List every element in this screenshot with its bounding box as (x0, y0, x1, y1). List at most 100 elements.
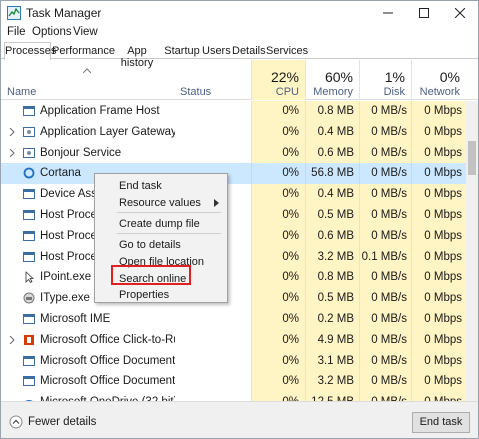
ctx-go-to-details[interactable]: Go to details (119, 239, 181, 251)
tab-performance[interactable]: Performance (51, 42, 115, 59)
tab-processes[interactable]: Processes (4, 42, 56, 60)
process-cpu: 0% (282, 105, 299, 117)
chevron-up-circle-icon[interactable] (9, 415, 23, 429)
window-icon (23, 251, 35, 262)
tab-services[interactable]: Services (265, 42, 308, 59)
ctx-create-dump-file[interactable]: Create dump file (119, 218, 200, 230)
process-cpu: 0% (282, 167, 299, 180)
column-memory[interactable]: 60% Memory (305, 60, 359, 100)
process-network: 0 Mbps (424, 125, 462, 138)
footer-bar: Fewer details End task (1, 401, 478, 438)
process-name: Microsoft Office Document Cac... (40, 354, 175, 367)
process-disk: 0 MB/s (371, 105, 407, 117)
process-row[interactable]: IPoint.exe 0% 0.8 MB 0 MB/s 0 Mbps (1, 267, 466, 289)
process-row[interactable]: Microsoft Office Document Cac... 0% 3.1 MB… (1, 350, 466, 372)
process-network: 0 Mbps (424, 271, 462, 284)
process-disk: 0 MB/s (371, 209, 407, 221)
close-icon (455, 8, 465, 18)
column-cpu[interactable]: 22% CPU (251, 60, 305, 100)
memory-label: Memory (313, 86, 353, 98)
process-name: Application Layer Gateway Servi... (40, 125, 175, 138)
process-memory: 3.2 MB (317, 250, 354, 263)
submenu-arrow-icon (214, 199, 219, 207)
process-cpu: 0% (282, 146, 299, 159)
minimize-icon (383, 12, 393, 14)
column-network[interactable]: 0% Network (411, 60, 466, 100)
end-task-button[interactable]: End task (412, 412, 470, 433)
fewer-details-link[interactable]: Fewer details (28, 416, 96, 428)
column-disk[interactable]: 1% Disk (359, 60, 411, 100)
memory-total: 60% (324, 69, 353, 85)
cpu-total: 22% (270, 69, 299, 85)
maximize-button[interactable] (406, 1, 442, 25)
process-network: 0 Mbps (424, 167, 462, 180)
process-cpu: 0% (282, 271, 299, 284)
process-row[interactable]: Device Associ... 0% 0.4 MB 0 MB/s 0 Mbps (1, 184, 466, 205)
process-list: Application Frame Host 0% 0.8 MB 0 MB/s 0 Mb… (1, 101, 466, 401)
keyboard-icon (23, 292, 35, 304)
vertical-scrollbar[interactable] (466, 101, 478, 401)
process-network: 0 Mbps (424, 188, 462, 201)
process-memory: 0.8 MB (317, 271, 354, 284)
process-row[interactable]: Application Layer Gateway Servi... 0% 0.4 … (1, 121, 466, 143)
column-status[interactable]: Status (180, 86, 211, 98)
gear-window-icon (23, 126, 35, 137)
process-disk: 0 MB/s (371, 354, 407, 367)
process-cpu: 0% (282, 229, 299, 242)
expand-chevron-icon[interactable] (9, 148, 15, 157)
process-row[interactable]: Application Frame Host 0% 0.8 MB 0 MB/s 0 Mb… (1, 101, 466, 122)
process-disk: 0 MB/s (371, 333, 407, 346)
process-memory: 56.8 MB (311, 167, 354, 180)
tab-users[interactable]: Users (201, 42, 231, 59)
sort-caret-icon[interactable] (83, 68, 91, 73)
window-icon (23, 314, 35, 324)
process-row[interactable]: Microsoft IME 0% 0.2 MB 0 MB/s 0 Mbps (1, 309, 466, 330)
process-disk: 0 MB/s (371, 292, 407, 305)
tab-app-history[interactable]: App history (111, 42, 163, 69)
process-row[interactable]: IType.exe 0% 0.5 MB 0 MB/s 0 Mbps (1, 288, 466, 309)
process-memory: 4.9 MB (317, 333, 354, 346)
process-cpu: 0% (282, 313, 299, 325)
ctx-end-task[interactable]: End task (119, 180, 162, 192)
menu-bar: File Options View (1, 25, 478, 41)
window-icon (23, 189, 35, 200)
disk-label: Disk (383, 86, 405, 98)
process-row[interactable]: Host Process 0% 3.2 MB 0.1 MB/s 0 Mbps (1, 246, 466, 268)
ctx-properties[interactable]: Properties (119, 289, 169, 301)
menu-view[interactable]: View (73, 26, 98, 38)
minimize-button[interactable] (370, 1, 406, 25)
scrollbar-thumb[interactable] (468, 141, 476, 175)
process-name: Application Frame Host (40, 105, 160, 117)
process-network: 0 Mbps (424, 354, 462, 367)
process-network: 0 Mbps (424, 333, 462, 346)
menu-options[interactable]: Options (32, 26, 72, 38)
pointer-icon (25, 271, 35, 284)
process-memory: 0.6 MB (317, 146, 354, 159)
column-name[interactable]: Name (7, 86, 36, 98)
process-row[interactable]: Microsoft OneDrive (32 bit)0%12.5 MB0 MB… (1, 392, 466, 401)
process-row[interactable]: Host Process 0% 0.6 MB 0 MB/s 0 Mbps (1, 225, 466, 247)
process-row[interactable]: Cortana 0% 56.8 MB 0 MB/s 0 Mbps (1, 163, 466, 185)
process-row[interactable]: Bonjour Service 0% 0.6 MB 0 MB/s 0 Mbps (1, 142, 466, 164)
process-row[interactable]: Microsoft Office Click-to-Run 0% 4.9 MB 0 M… (1, 329, 466, 351)
expand-chevron-icon[interactable] (9, 335, 15, 344)
expand-chevron-icon[interactable] (9, 127, 15, 136)
process-cpu: 0% (282, 250, 299, 263)
process-network: 0 Mbps (424, 105, 462, 117)
process-row[interactable]: Microsoft Office Document Cac... 0% 3.2 MB… (1, 371, 466, 393)
process-row[interactable]: Host Process 0% 0.5 MB 0 MB/s 0 Mbps (1, 205, 466, 226)
tab-startup[interactable]: Startup (163, 42, 201, 59)
ctx-resource-values[interactable]: Resource values (119, 197, 223, 209)
maximize-icon (419, 8, 429, 18)
office-icon (24, 334, 34, 345)
tab-details[interactable]: Details (231, 42, 266, 59)
window-icon (23, 210, 35, 220)
process-network: 0 Mbps (424, 146, 462, 159)
process-cpu: 0% (282, 188, 299, 201)
process-disk: 0 MB/s (371, 229, 407, 242)
window-icon (23, 106, 35, 116)
process-memory: 3.1 MB (317, 354, 354, 367)
tab-bar: Processes Performance App history Startu… (1, 41, 478, 69)
close-button[interactable] (442, 1, 478, 25)
menu-file[interactable]: File (7, 26, 26, 38)
